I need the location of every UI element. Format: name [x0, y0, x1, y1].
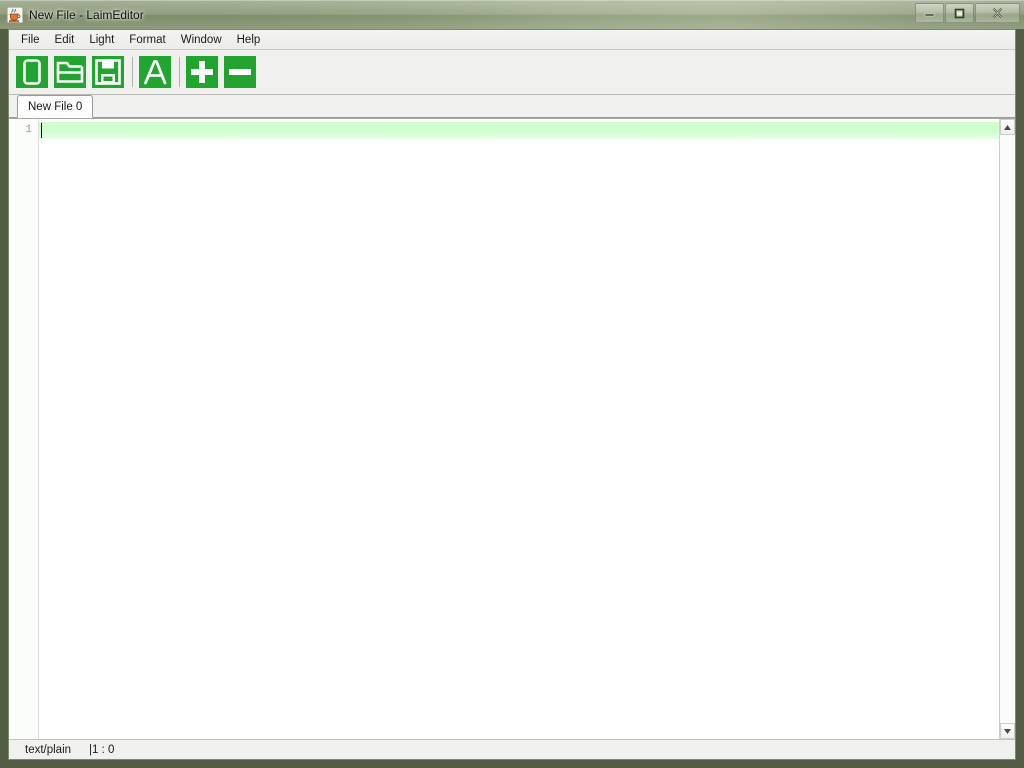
window-title: New File - LaimEditor: [29, 8, 144, 22]
toolbar: [9, 50, 1015, 95]
scroll-down-button[interactable]: [1000, 723, 1015, 739]
new-file-icon: [16, 56, 48, 88]
chevron-down-icon: [1004, 728, 1011, 734]
text-caret: [41, 123, 42, 138]
close-button[interactable]: [975, 3, 1020, 23]
maximize-icon: [954, 8, 965, 18]
zoom-in-button[interactable]: [184, 54, 220, 90]
menu-file[interactable]: File: [14, 32, 47, 48]
status-caret-position: |1 : 0: [89, 743, 115, 756]
scroll-up-button[interactable]: [1000, 119, 1015, 135]
line-number-gutter: 1: [9, 119, 39, 739]
close-icon: [992, 7, 1003, 19]
zoom-out-button[interactable]: [222, 54, 258, 90]
menu-bar: File Edit Light Format Window Help: [9, 30, 1015, 50]
title-bar[interactable]: New File - LaimEditor: [0, 0, 1024, 29]
save-floppy-icon: [92, 56, 124, 88]
menu-help[interactable]: Help: [230, 32, 268, 48]
menu-light[interactable]: Light: [82, 32, 121, 48]
zoom-in-plus-icon: [186, 56, 218, 88]
font-button[interactable]: [137, 54, 173, 90]
window-controls: [915, 3, 1020, 23]
window-client-area: File Edit Light Format Window Help New F…: [8, 29, 1016, 760]
tab-label: New File 0: [28, 100, 83, 113]
menu-edit[interactable]: Edit: [48, 32, 82, 48]
toolbar-separator: [132, 57, 133, 87]
tab-strip: New File 0: [9, 95, 1015, 118]
menu-window[interactable]: Window: [174, 32, 229, 48]
text-editor-input[interactable]: [39, 119, 999, 739]
new-file-button[interactable]: [14, 54, 50, 90]
vertical-scrollbar[interactable]: [999, 119, 1015, 739]
application-window: New File - LaimEditor File Edit Light Fo…: [0, 0, 1024, 768]
font-letter-a-icon: [139, 56, 171, 88]
open-folder-button[interactable]: [52, 54, 88, 90]
window-frame: File Edit Light Format Window Help New F…: [0, 29, 1024, 768]
zoom-out-minus-icon: [224, 56, 256, 88]
chevron-up-icon: [1004, 124, 1011, 130]
java-coffee-cup-icon: [6, 6, 24, 24]
scrollbar-track[interactable]: [1000, 135, 1015, 723]
maximize-button[interactable]: [945, 3, 974, 23]
minimize-button[interactable]: [915, 3, 944, 23]
line-number: 1: [25, 124, 32, 136]
toolbar-separator: [179, 57, 180, 87]
menu-format[interactable]: Format: [122, 32, 172, 48]
minimize-icon: [924, 13, 935, 17]
open-folder-icon: [54, 56, 86, 88]
current-line-highlight: [39, 122, 999, 139]
tab-new-file-0[interactable]: New File 0: [17, 95, 94, 118]
status-bar: text/plain |1 : 0: [9, 739, 1015, 759]
status-content-type: text/plain: [25, 743, 72, 756]
editor-area: 1: [9, 118, 1015, 739]
save-button[interactable]: [90, 54, 126, 90]
